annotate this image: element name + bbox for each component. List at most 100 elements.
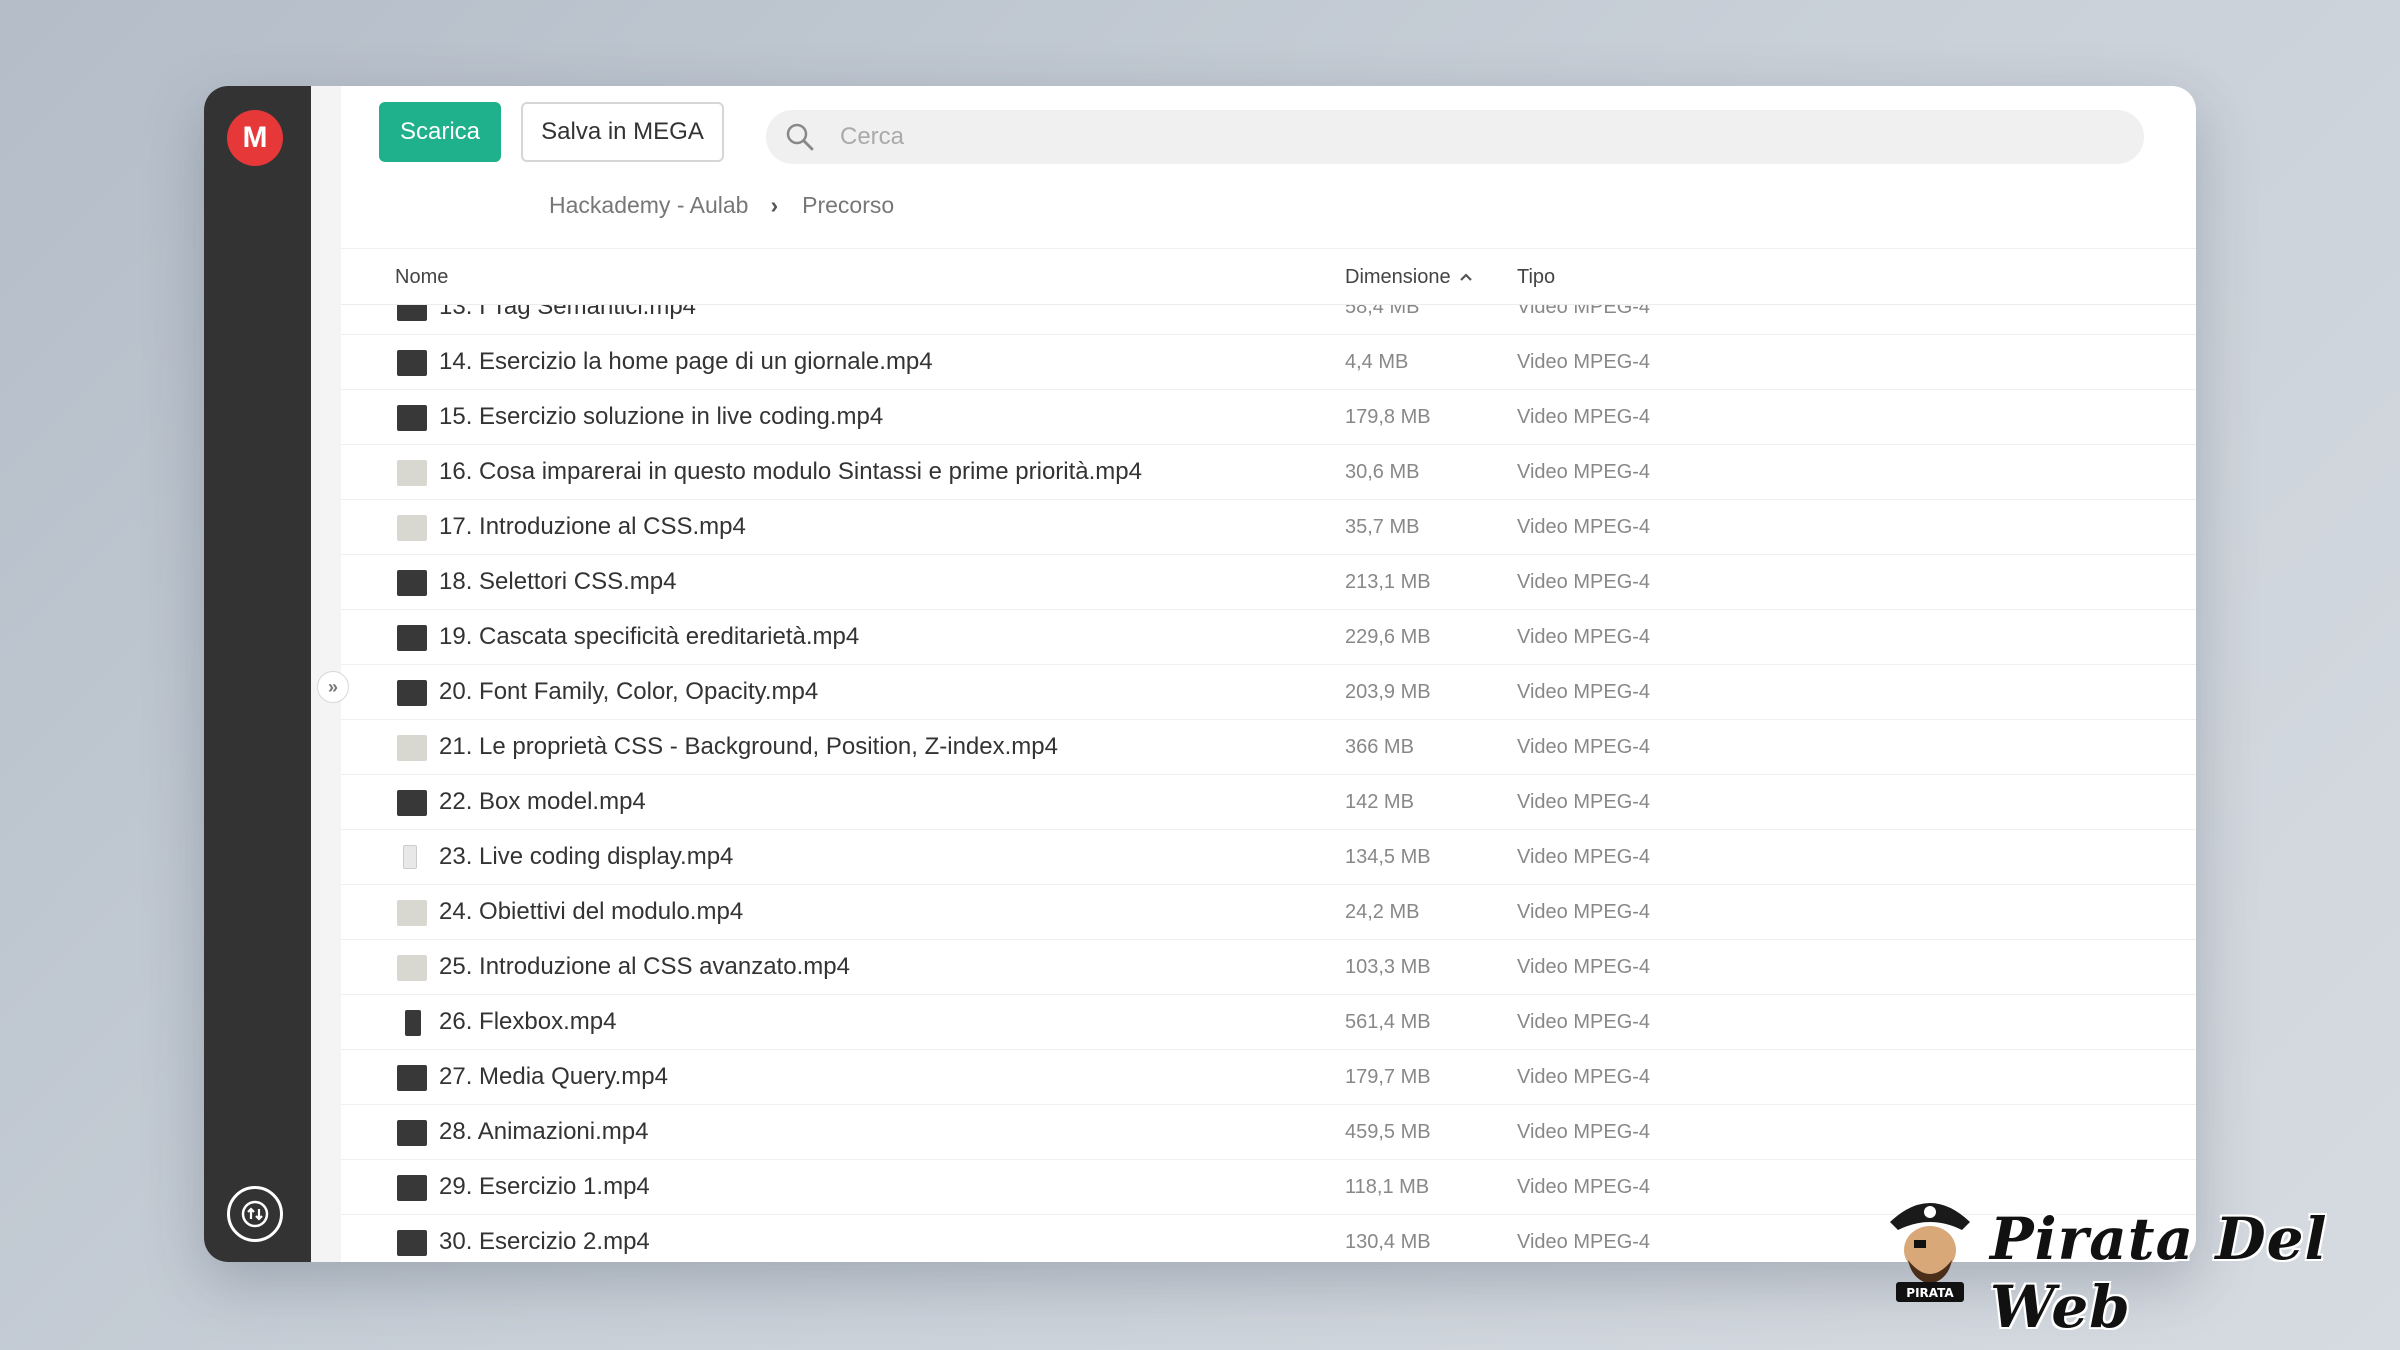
file-name: 24. Obiettivi del modulo.mp4 <box>439 898 744 925</box>
file-size: 142 MB <box>1345 791 1414 813</box>
table-row[interactable]: 19. Cascata specificità ereditarietà.mp4… <box>341 610 2196 665</box>
file-type: Video MPEG-4 <box>1517 571 1651 593</box>
file-type: Video MPEG-4 <box>1517 901 1651 923</box>
file-type: Video MPEG-4 <box>1517 351 1651 373</box>
search-input[interactable] <box>840 123 2144 151</box>
table-row[interactable]: 20. Font Family, Color, Opacity.mp4 203,9… <box>341 665 2196 720</box>
video-thumbnail-icon <box>397 625 427 651</box>
file-name: 21. Le proprietà CSS - Background, Posit… <box>439 733 1058 760</box>
breadcrumb-item-current[interactable]: Precorso <box>802 192 894 219</box>
table-row[interactable]: 21. Le proprietà CSS - Background, Posit… <box>341 720 2196 775</box>
file-name: 19. Cascata specificità ereditarietà.mp4 <box>439 623 860 650</box>
table-row[interactable]: 27. Media Query.mp4 179,7 MB Video MPEG-4 <box>341 1050 2196 1105</box>
mega-window: M » Scarica Salva in MEGA Hackademy - Au… <box>204 86 2196 1262</box>
search-bar[interactable] <box>766 110 2144 164</box>
file-size: 179,8 MB <box>1345 406 1431 428</box>
file-size: 118,1 MB <box>1345 1176 1430 1198</box>
video-thumbnail-icon <box>397 1120 427 1146</box>
table-row[interactable]: 28. Animazioni.mp4 459,5 MB Video MPEG-4 <box>341 1105 2196 1160</box>
file-type: Video MPEG-4 <box>1517 1176 1651 1198</box>
video-thumbnail-icon <box>397 350 427 376</box>
file-size: 30,6 MB <box>1345 461 1420 483</box>
table-row[interactable]: 15. Esercizio soluzione in live coding.m… <box>341 390 2196 445</box>
file-size: 213,1 MB <box>1345 571 1431 593</box>
video-thumbnail-icon <box>403 845 417 869</box>
file-name: 25. Introduzione al CSS avanzato.mp4 <box>439 953 850 980</box>
file-type: Video MPEG-4 <box>1517 736 1651 758</box>
file-size: 179,7 MB <box>1345 1066 1431 1088</box>
file-size: 24,2 MB <box>1345 901 1420 923</box>
file-size: 459,5 MB <box>1345 1121 1431 1143</box>
file-name: 14. Esercizio la home page di un giornal… <box>439 348 933 375</box>
video-thumbnail-icon <box>397 570 427 596</box>
table-row[interactable]: 17. Introduzione al CSS.mp4 35,7 MB Video … <box>341 500 2196 555</box>
file-type: Video MPEG-4 <box>1517 846 1651 868</box>
file-type: Video MPEG-4 <box>1517 626 1651 648</box>
file-size: 35,7 MB <box>1345 516 1420 538</box>
video-thumbnail-icon <box>405 1010 421 1036</box>
download-button[interactable]: Scarica <box>379 102 501 162</box>
video-thumbnail-icon <box>397 735 427 761</box>
watermark-text: Pirata Del Web <box>1990 1205 2328 1341</box>
file-size: 203,9 MB <box>1345 681 1431 703</box>
column-header-name[interactable]: Nome <box>395 266 448 289</box>
file-type: Video MPEG-4 <box>1517 1011 1651 1033</box>
file-name: 26. Flexbox.mp4 <box>439 1008 617 1035</box>
save-to-mega-button[interactable]: Salva in MEGA <box>521 102 724 162</box>
breadcrumb-item-root[interactable]: Hackademy - Aulab <box>549 192 748 219</box>
file-type: Video MPEG-4 <box>1517 956 1651 978</box>
file-size: 366 MB <box>1345 736 1414 758</box>
file-size: 134,5 MB <box>1345 846 1431 868</box>
video-thumbnail-icon <box>397 1175 427 1201</box>
file-type: Video MPEG-4 <box>1517 791 1651 813</box>
file-name: 29. Esercizio 1.mp4 <box>439 1173 650 1200</box>
table-row[interactable]: 24. Obiettivi del modulo.mp4 24,2 MB Video… <box>341 885 2196 940</box>
file-type: Video MPEG-4 <box>1517 681 1651 703</box>
file-size: 229,6 MB <box>1345 626 1431 648</box>
sort-ascending-icon[interactable] <box>1456 267 1476 287</box>
file-size: 103,3 MB <box>1345 956 1431 978</box>
mega-logo-icon[interactable]: M <box>227 110 283 166</box>
table-row[interactable]: 18. Selettori CSS.mp4 213,1 MB Video MPEG-… <box>341 555 2196 610</box>
file-name: 27. Media Query.mp4 <box>439 1063 668 1090</box>
file-name: 30. Esercizio 2.mp4 <box>439 1228 650 1255</box>
file-type: Video MPEG-4 <box>1517 1231 1651 1253</box>
video-thumbnail-icon <box>397 405 427 431</box>
video-thumbnail-icon <box>397 790 427 816</box>
watermark-badge: PIRATA <box>1906 1286 1954 1300</box>
file-table: Nome Dimensione Tipo 13. I Tag Semantici… <box>341 248 2196 1262</box>
table-row[interactable]: 26. Flexbox.mp4 561,4 MB Video MPEG-4 <box>341 995 2196 1050</box>
column-header-size[interactable]: Dimensione <box>1345 266 1451 289</box>
file-size: 4,4 MB <box>1345 351 1409 373</box>
table-row[interactable]: 14. Esercizio la home page di un giornal… <box>341 335 2196 390</box>
chevron-right-icon: › <box>770 192 779 218</box>
file-type: Video MPEG-4 <box>1517 1121 1651 1143</box>
file-name: 17. Introduzione al CSS.mp4 <box>439 513 746 540</box>
column-header-type[interactable]: Tipo <box>1517 266 1555 289</box>
file-type: Video MPEG-4 <box>1517 406 1651 428</box>
transfers-icon[interactable] <box>227 1186 283 1242</box>
sidebar: M <box>204 86 311 1262</box>
table-row[interactable]: 22. Box model.mp4 142 MB Video MPEG-4 <box>341 775 2196 830</box>
file-name: 15. Esercizio soluzione in live coding.m… <box>439 403 884 430</box>
table-header: Nome Dimensione Tipo <box>341 249 2196 305</box>
file-type: Video MPEG-4 <box>1517 461 1651 483</box>
video-thumbnail-icon <box>397 1230 427 1256</box>
search-icon <box>786 123 814 151</box>
breadcrumb: Hackademy - Aulab › Precorso <box>549 192 894 219</box>
file-list: 13. I Tag Semantici.mp4 58,4 MB Video MPEG… <box>341 280 2196 1262</box>
file-size: 561,4 MB <box>1345 1011 1431 1033</box>
file-name: 20. Font Family, Color, Opacity.mp4 <box>439 678 819 705</box>
table-row[interactable]: 25. Introduzione al CSS avanzato.mp4 103,… <box>341 940 2196 995</box>
file-name: 18. Selettori CSS.mp4 <box>439 568 677 595</box>
video-thumbnail-icon <box>397 1065 427 1091</box>
file-name: 23. Live coding display.mp4 <box>439 843 734 870</box>
video-thumbnail-icon <box>397 680 427 706</box>
file-type: Video MPEG-4 <box>1517 516 1651 538</box>
pirate-mascot-icon: PIRATA <box>1890 1203 1970 1302</box>
file-type: Video MPEG-4 <box>1517 1066 1651 1088</box>
file-name: 28. Animazioni.mp4 <box>439 1118 649 1145</box>
file-name: 22. Box model.mp4 <box>439 788 646 815</box>
table-row[interactable]: 23. Live coding display.mp4 134,5 MB Video… <box>341 830 2196 885</box>
table-row[interactable]: 16. Cosa imparerai in questo modulo Sint… <box>341 445 2196 500</box>
